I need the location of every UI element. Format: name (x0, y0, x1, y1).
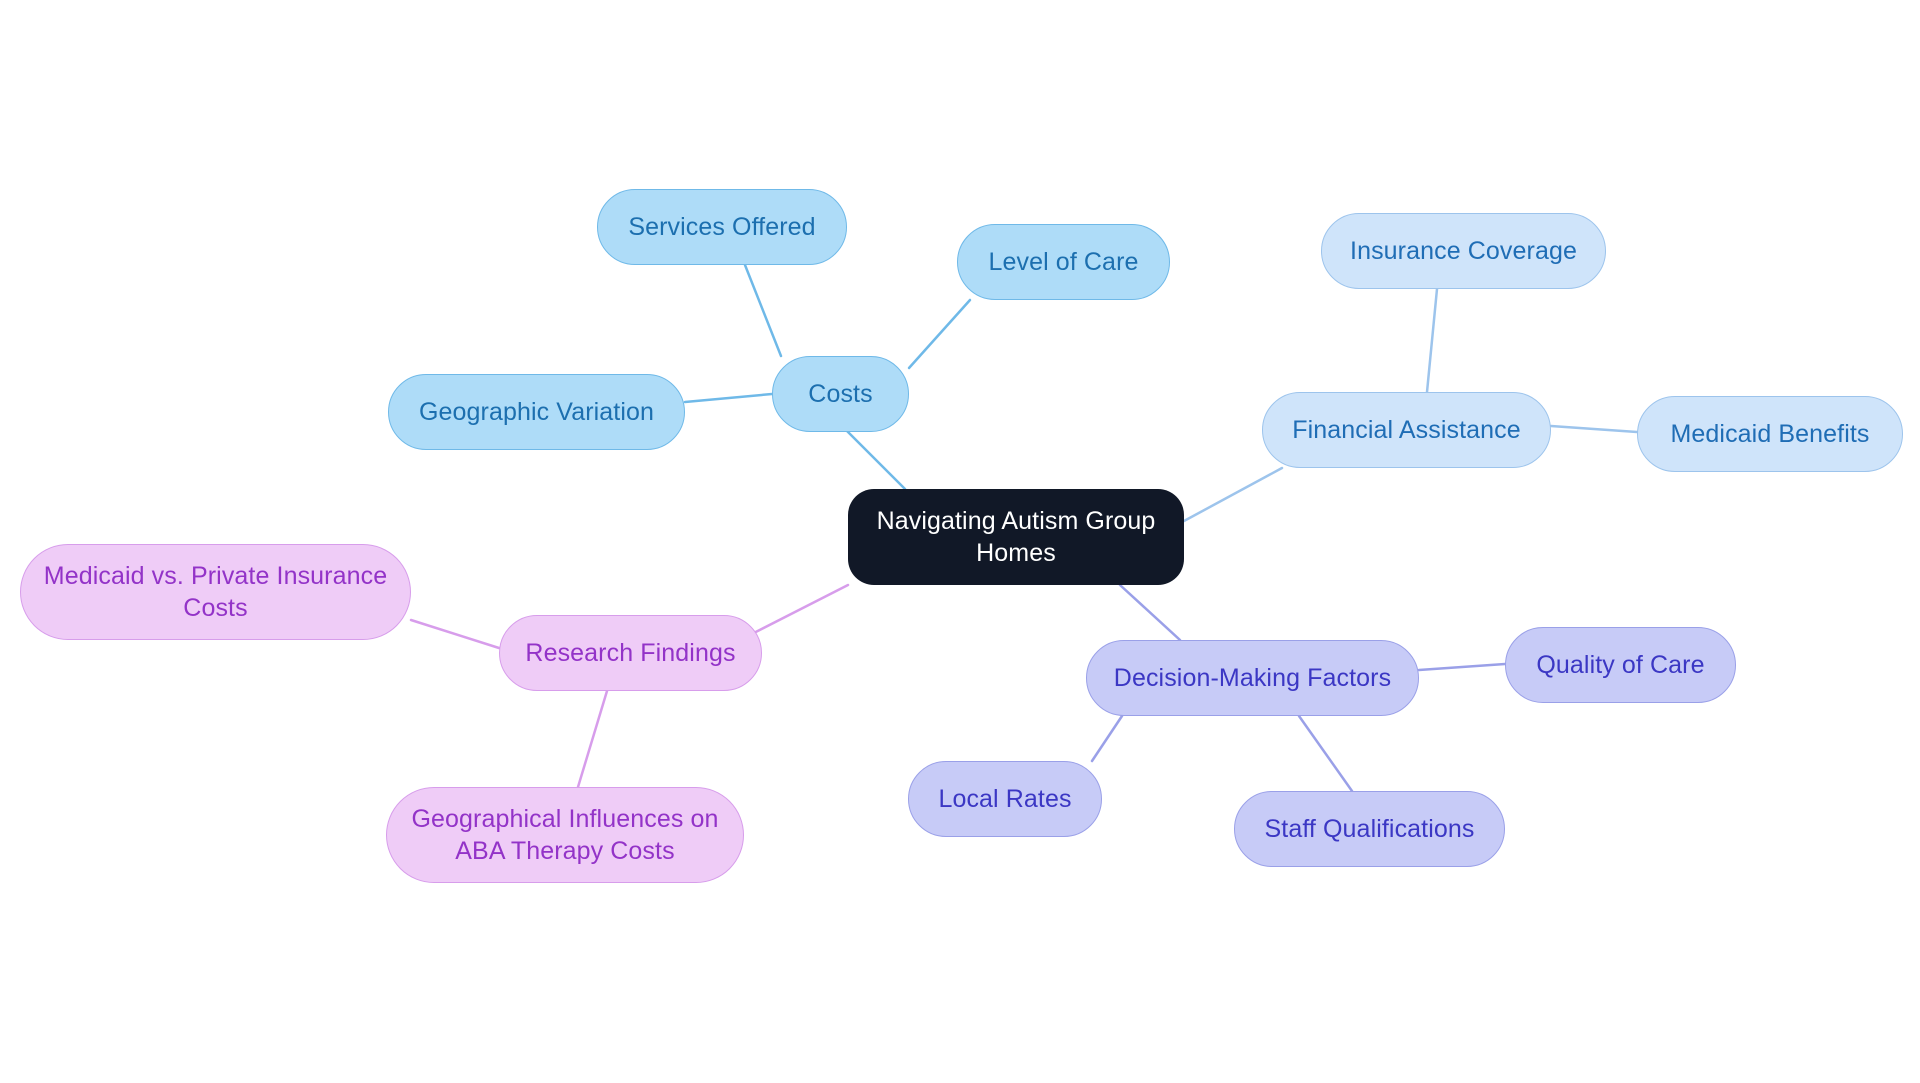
node-medicaid-vs-private-insurance-costs[interactable]: Medicaid vs. Private Insurance Costs (20, 544, 411, 640)
edge-costs-level (907, 298, 972, 370)
edge-root-decision (1118, 583, 1182, 642)
node-local-rates[interactable]: Local Rates (908, 761, 1102, 837)
node-costs[interactable]: Costs (772, 356, 909, 432)
edge-res-geographical (576, 689, 609, 789)
edge-dec-quality (1417, 662, 1507, 672)
node-financial-assistance[interactable]: Financial Assistance (1262, 392, 1551, 468)
edge-costs-geographic (683, 392, 774, 404)
edge-root-costs (838, 422, 907, 491)
edge-res-medicaid-vs (409, 618, 501, 650)
edge-fin-insurance (1425, 287, 1439, 394)
edge-dec-local (1090, 714, 1124, 763)
edge-root-financial (1182, 466, 1284, 523)
node-insurance-coverage[interactable]: Insurance Coverage (1321, 213, 1606, 289)
node-research-findings[interactable]: Research Findings (499, 615, 762, 691)
node-services-offered[interactable]: Services Offered (597, 189, 847, 265)
node-quality-of-care[interactable]: Quality of Care (1505, 627, 1736, 703)
node-geographical-influences-aba[interactable]: Geographical Influences on ABA Therapy C… (386, 787, 744, 883)
node-staff-qualifications[interactable]: Staff Qualifications (1234, 791, 1505, 867)
edge-fin-medicaid (1549, 424, 1639, 434)
node-level-of-care[interactable]: Level of Care (957, 224, 1170, 300)
node-decision-making-factors[interactable]: Decision-Making Factors (1086, 640, 1419, 716)
edge-costs-services (743, 263, 783, 358)
edge-dec-staff (1297, 714, 1354, 793)
mindmap-canvas: Navigating Autism Group Homes Costs Servic… (0, 0, 1920, 1083)
edge-root-research (738, 583, 850, 642)
node-medicaid-benefits[interactable]: Medicaid Benefits (1637, 396, 1903, 472)
node-root[interactable]: Navigating Autism Group Homes (848, 489, 1184, 585)
node-geographic-variation[interactable]: Geographic Variation (388, 374, 685, 450)
